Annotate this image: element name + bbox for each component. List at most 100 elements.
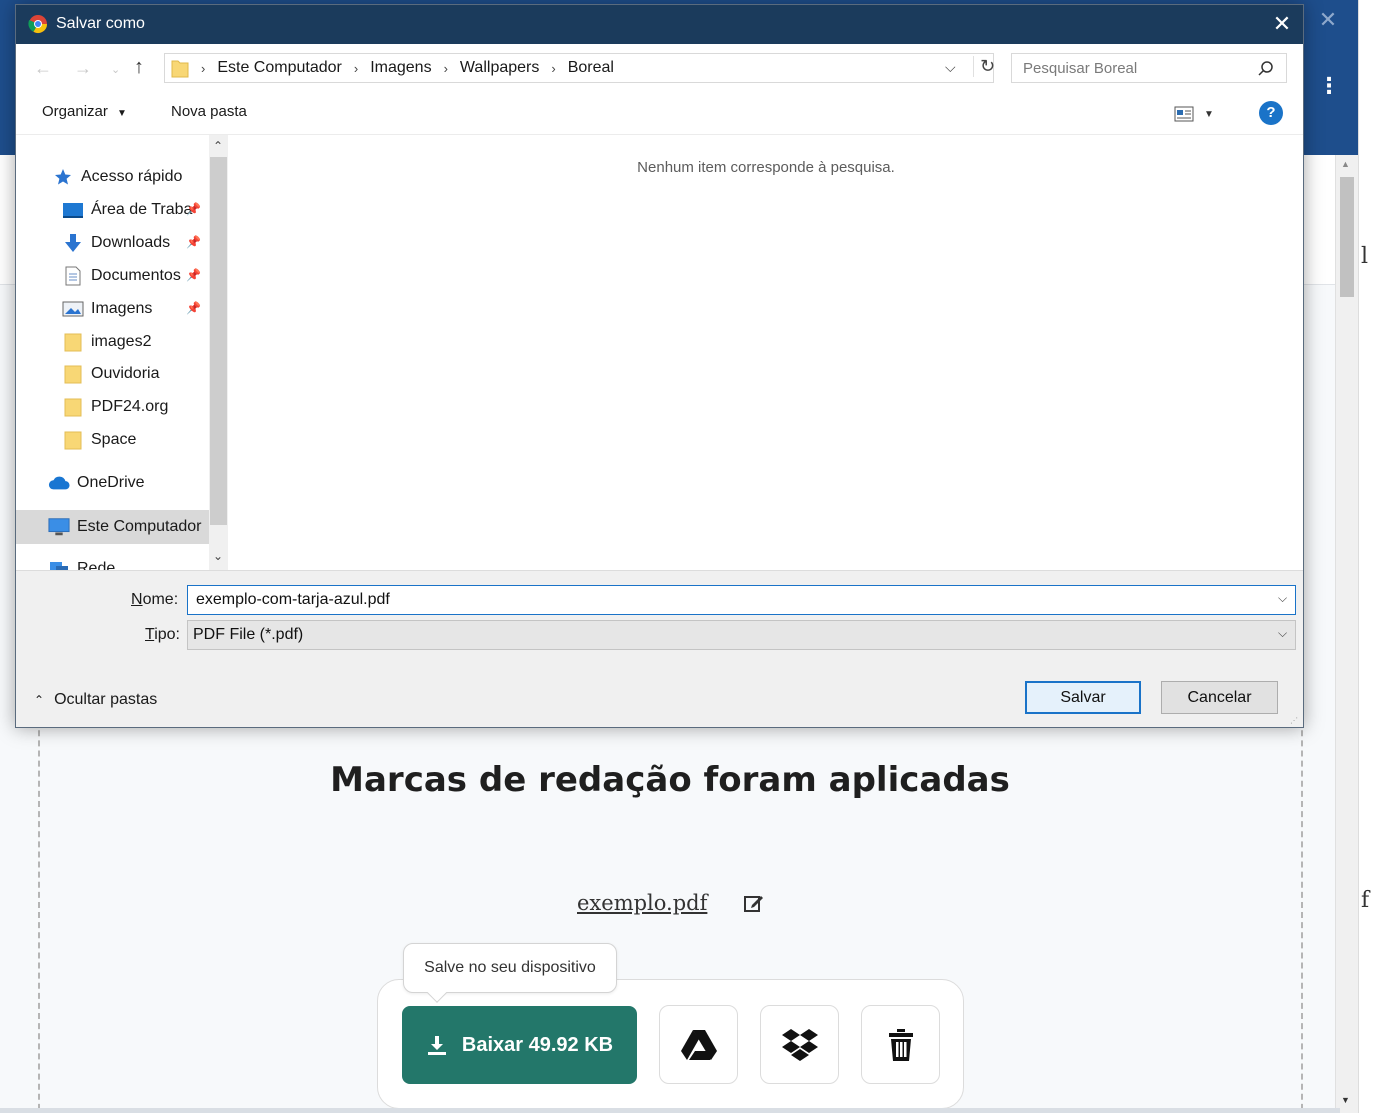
- tree-item-label: Ouvidoria: [91, 365, 160, 382]
- breadcrumb: › Este Computador › Imagens › Wallpapers…: [201, 59, 614, 77]
- navigation-scrollbar[interactable]: ⌃ ⌄: [209, 135, 228, 570]
- cancel-button[interactable]: Cancelar: [1161, 681, 1278, 714]
- empty-results-message: Nenhum item corresponde à pesquisa.: [637, 159, 895, 176]
- pin-icon: 📌: [186, 235, 201, 249]
- navigation-bar: ← → ⌄ ↑ › Este Computador › Imagens › Wa…: [16, 44, 1303, 91]
- tree-item-label: Downloads: [91, 234, 171, 251]
- tree-item-label: Space: [91, 431, 137, 448]
- save-button[interactable]: Salvar: [1025, 681, 1141, 714]
- close-icon[interactable]: ✕: [1316, 8, 1340, 32]
- up-arrow-icon[interactable]: ↑: [134, 56, 144, 79]
- dropdown-caret-icon: ▼: [1204, 108, 1214, 120]
- resize-grip-icon[interactable]: ⋰: [1290, 716, 1298, 725]
- recent-locations-chevron-icon[interactable]: ⌄: [111, 63, 120, 76]
- desktop-icon: [62, 200, 84, 220]
- breadcrumb-separator-icon: ›: [201, 60, 206, 76]
- kebab-menu-icon[interactable]: ⋮: [1318, 72, 1340, 100]
- hide-folders-toggle[interactable]: ⌃ Ocultar pastas: [34, 691, 157, 709]
- trash-icon: [888, 1028, 913, 1061]
- tree-item-label: Imagens: [91, 300, 153, 317]
- computer-icon: [48, 517, 70, 537]
- tree-item-space[interactable]: Space: [62, 426, 136, 454]
- pin-icon: 📌: [186, 202, 201, 216]
- download-button[interactable]: Baixar 49.92 KB: [402, 1006, 637, 1084]
- download-icon: [427, 1036, 446, 1055]
- hide-folders-label: Ocultar pastas: [54, 691, 158, 708]
- dialog-title-bar[interactable]: Salvar como ✕: [16, 5, 1303, 44]
- file-name-label: Nome:: [131, 591, 178, 609]
- result-heading: Marcas de redação foram aplicadas: [330, 760, 1010, 800]
- tree-item-label: Rede: [77, 560, 116, 570]
- search-box[interactable]: [1011, 53, 1287, 83]
- tree-item-label: Documentos: [91, 267, 181, 284]
- google-drive-button[interactable]: [659, 1005, 738, 1084]
- tree-item-desktop[interactable]: Área de Traba: [62, 196, 192, 224]
- pin-icon: 📌: [186, 301, 201, 315]
- address-bar[interactable]: › Este Computador › Imagens › Wallpapers…: [164, 53, 995, 83]
- scroll-up-icon[interactable]: ▲: [1341, 159, 1350, 169]
- chrome-icon: [28, 14, 48, 34]
- taskbar-edge: [0, 1108, 1340, 1113]
- file-name-label-text: ome:: [142, 591, 179, 608]
- organize-button[interactable]: Organizar ▼: [42, 103, 127, 120]
- refresh-icon[interactable]: ↻: [973, 56, 995, 77]
- navigation-scrollbar-thumb[interactable]: [210, 157, 227, 525]
- tree-item-label: PDF24.org: [91, 398, 169, 415]
- dropdown-caret-icon: ▼: [117, 108, 127, 119]
- tree-item-pictures[interactable]: Imagens: [62, 295, 152, 323]
- new-folder-button[interactable]: Nova pasta: [171, 103, 247, 120]
- dialog-footer: Nome: exemplo-com-tarja-azul.pdf ⌵ Tipo:…: [16, 570, 1303, 727]
- breadcrumb-item[interactable]: Imagens: [370, 59, 431, 77]
- google-drive-icon: [680, 1029, 717, 1060]
- tree-item-this-pc[interactable]: Este Computador: [16, 510, 209, 544]
- edit-icon[interactable]: [743, 892, 765, 914]
- file-type-label-text: ipo:: [154, 626, 180, 643]
- breadcrumb-item[interactable]: Wallpapers: [460, 59, 539, 77]
- tooltip-text: Salve no seu dispositivo: [424, 959, 596, 976]
- view-layout-icon: [1174, 106, 1194, 122]
- file-name-field[interactable]: exemplo-com-tarja-azul.pdf: [187, 585, 1296, 615]
- folder-icon: [62, 364, 84, 384]
- tree-item-quick-access[interactable]: Acesso rápido: [52, 163, 182, 191]
- tree-item-label: Este Computador: [77, 518, 202, 535]
- tree-item-network[interactable]: Rede: [48, 555, 115, 570]
- folder-icon: [62, 430, 84, 450]
- search-input[interactable]: [1012, 54, 1252, 82]
- page-scrollbar-thumb[interactable]: [1340, 177, 1354, 297]
- tree-item-pdf24[interactable]: PDF24.org: [62, 393, 168, 421]
- delete-button[interactable]: [861, 1005, 940, 1084]
- view-options-button[interactable]: ▼: [1174, 104, 1220, 124]
- forward-arrow-icon[interactable]: →: [74, 58, 92, 79]
- page-scrollbar[interactable]: ▲ ▼: [1335, 155, 1358, 1113]
- scroll-down-icon[interactable]: ▼: [1341, 1095, 1350, 1105]
- tree-item-onedrive[interactable]: OneDrive: [48, 469, 145, 497]
- breadcrumb-item[interactable]: Boreal: [568, 59, 614, 77]
- tree-item-downloads[interactable]: Downloads: [62, 229, 170, 257]
- close-icon[interactable]: ✕: [1266, 9, 1298, 39]
- chevron-down-icon[interactable]: ⌵: [1278, 626, 1287, 641]
- dropbox-button[interactable]: [760, 1005, 839, 1084]
- tree-item-label: OneDrive: [77, 474, 145, 491]
- breadcrumb-separator-icon: ›: [443, 60, 448, 76]
- file-type-select[interactable]: PDF File (*.pdf): [187, 620, 1296, 650]
- breadcrumb-item[interactable]: Este Computador: [217, 59, 342, 77]
- breadcrumb-separator-icon: ›: [551, 60, 556, 76]
- tree-item-images2[interactable]: images2: [62, 328, 151, 356]
- scroll-up-icon[interactable]: ⌃: [213, 139, 223, 153]
- dialog-title: Salvar como: [56, 15, 145, 32]
- tree-item-label: images2: [91, 333, 152, 350]
- dialog-toolbar: Organizar ▼ Nova pasta ▼ ?: [16, 91, 1303, 135]
- scroll-down-icon[interactable]: ⌄: [213, 549, 223, 563]
- document-icon: [62, 266, 84, 286]
- file-list[interactable]: Nenhum item corresponde à pesquisa.: [229, 135, 1303, 570]
- file-name-link[interactable]: exemplo.pdf: [577, 891, 707, 915]
- pictures-icon: [62, 299, 84, 319]
- address-dropdown-chevron-icon[interactable]: ⌵: [945, 59, 956, 76]
- back-arrow-icon[interactable]: ←: [34, 58, 52, 79]
- tree-item-documents[interactable]: Documentos: [62, 262, 181, 290]
- save-as-dialog: Salvar como ✕ ← → ⌄ ↑ › Este Computador …: [15, 4, 1304, 728]
- search-icon[interactable]: [1258, 60, 1274, 76]
- help-button[interactable]: ?: [1259, 101, 1283, 125]
- chevron-down-icon[interactable]: ⌵: [1278, 591, 1287, 606]
- tree-item-ouvidoria[interactable]: Ouvidoria: [62, 360, 159, 388]
